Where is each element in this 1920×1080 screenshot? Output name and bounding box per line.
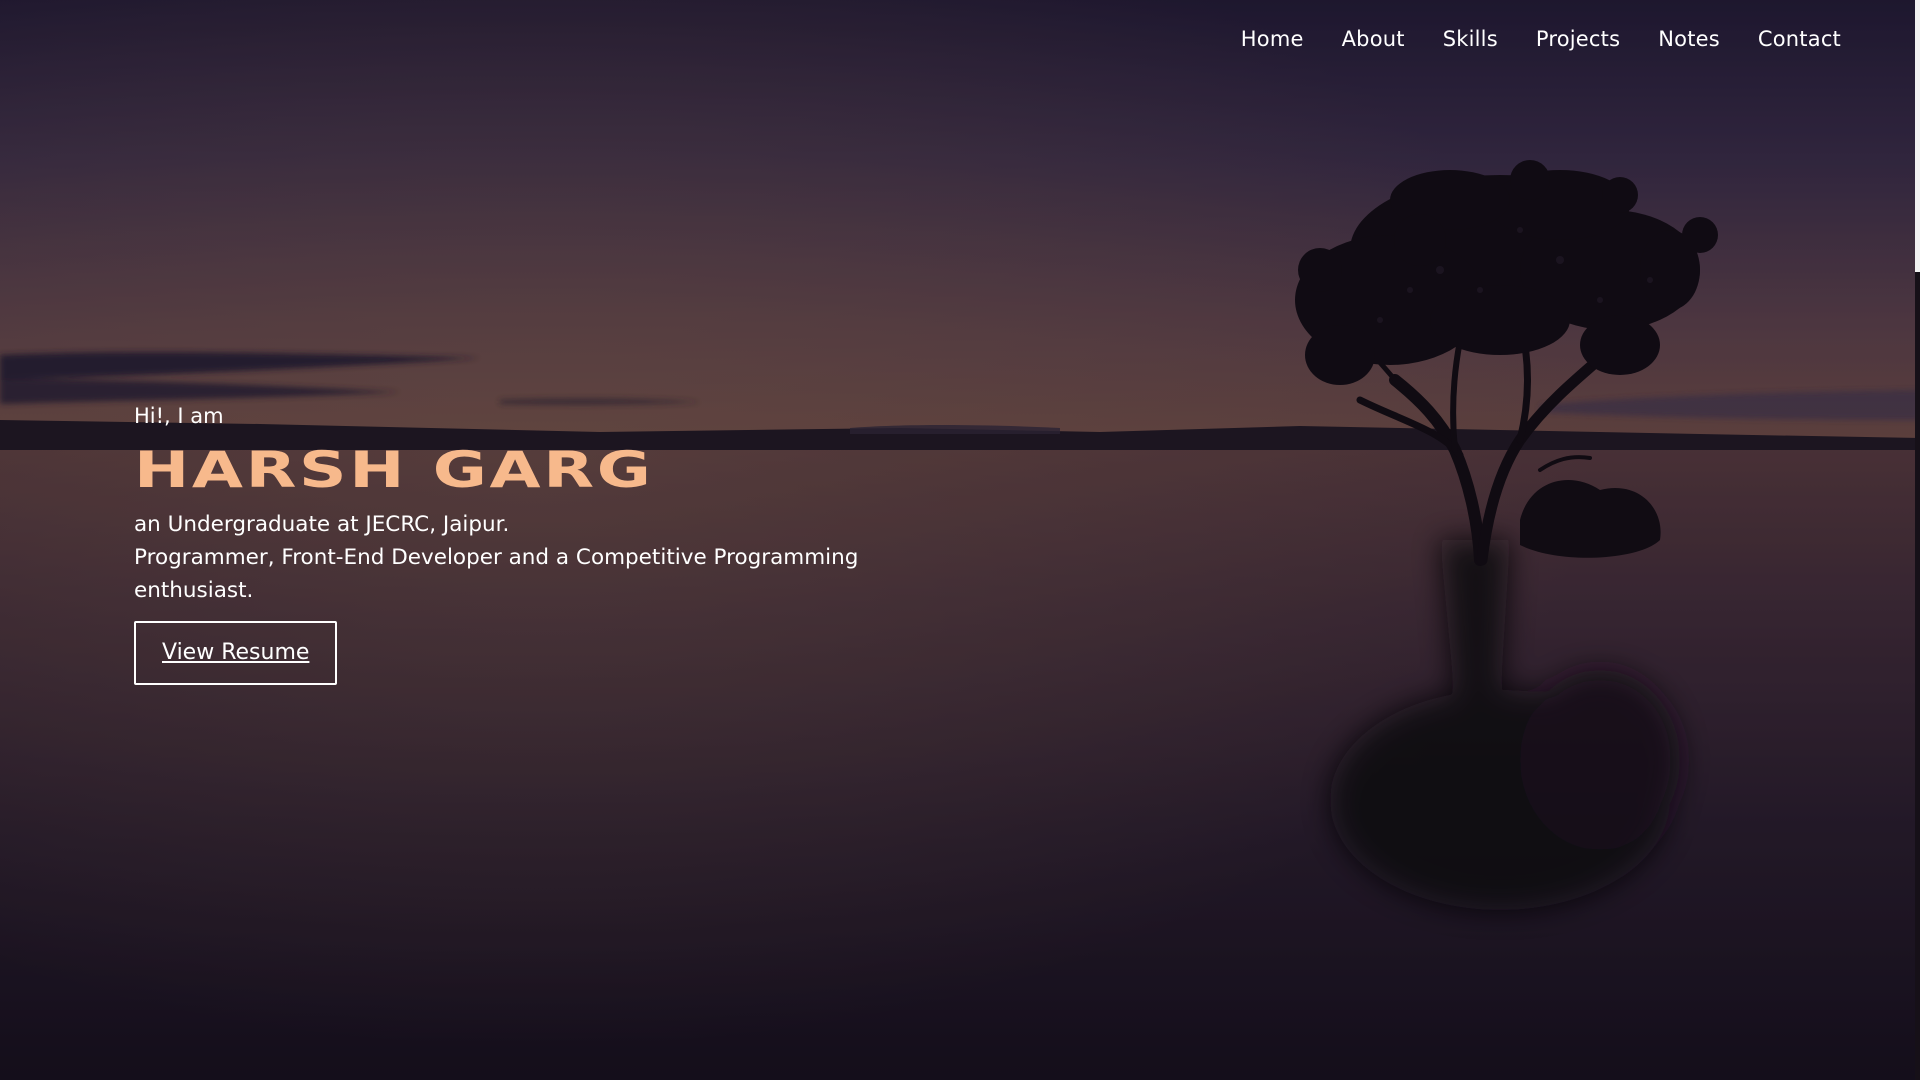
main-navigation: Home About Skills Projects Notes Contact bbox=[1241, 22, 1841, 56]
scrollbar-thumb[interactable] bbox=[1915, 0, 1920, 272]
page: Home About Skills Projects Notes Contact… bbox=[0, 0, 1920, 1080]
hero-section: Hi!, I am HARSH GARG an Undergraduate at… bbox=[134, 400, 954, 685]
nav-link-contact[interactable]: Contact bbox=[1758, 22, 1841, 56]
nav-link-skills[interactable]: Skills bbox=[1443, 22, 1498, 56]
hero-name: HARSH GARG bbox=[134, 441, 654, 499]
hero-tagline-line1: an Undergraduate at JECRC, Jaipur. bbox=[134, 512, 510, 537]
hero-tagline-line2: Programmer, Front-End Developer and a Co… bbox=[134, 545, 859, 603]
view-resume-button[interactable]: View Resume bbox=[134, 621, 338, 685]
nav-link-projects[interactable]: Projects bbox=[1536, 22, 1620, 56]
nav-link-about[interactable]: About bbox=[1342, 22, 1405, 56]
nav-link-home[interactable]: Home bbox=[1241, 22, 1304, 56]
hero-greeting: Hi!, I am bbox=[134, 404, 224, 428]
nav-link-notes[interactable]: Notes bbox=[1658, 22, 1720, 56]
